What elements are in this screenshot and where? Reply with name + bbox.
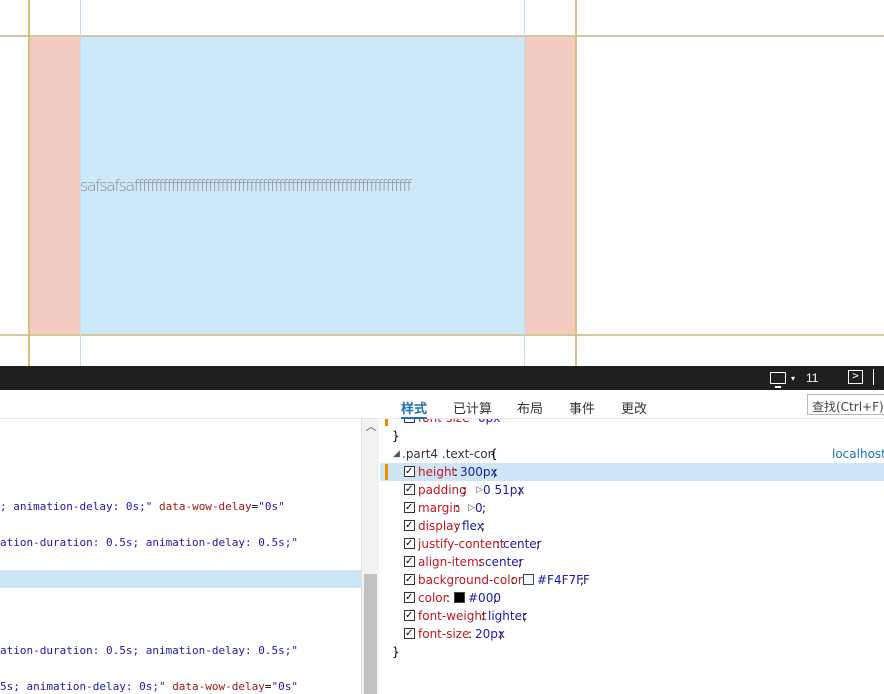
rule-selector: .part4 .text-con — [402, 447, 496, 461]
style-declaration[interactable]: display: flex; — [380, 517, 884, 535]
declaration-checkbox[interactable] — [404, 481, 415, 499]
tab-computed[interactable]: 已计算 — [453, 390, 492, 419]
dom-line[interactable]: ation-duration: 0.5s; animation-delay: 0… — [0, 534, 362, 552]
expand-triangle-icon[interactable]: ▷ — [476, 481, 483, 499]
document-mode: 11 — [806, 371, 819, 385]
text-con-content: safsafsaffffffffffffffffffffffffffffffff… — [80, 176, 412, 195]
padding-right-highlight — [525, 37, 576, 334]
margin-guide-left — [28, 0, 30, 366]
devtools-bar: ▾ 11 > — [0, 366, 884, 390]
style-declaration[interactable]: height: 300px; — [380, 463, 884, 481]
changed-marker — [385, 464, 388, 480]
expand-triangle-icon[interactable]: ▷ — [468, 499, 475, 517]
dom-scrollbar[interactable]: ︿ — [361, 419, 379, 694]
source-link[interactable]: localhost:8 — [832, 445, 884, 463]
tab-layout[interactable]: 布局 — [517, 390, 543, 419]
style-declaration[interactable]: align-items: center; — [380, 553, 884, 571]
dom-line-selected[interactable] — [0, 570, 362, 588]
console-icon[interactable]: > — [848, 370, 863, 384]
dom-line[interactable]: ; animation-delay: 0s;" data-wow-delay="… — [0, 498, 362, 516]
rule-header[interactable]: ◢ .part4 .text-con { localhost:8 — [380, 445, 884, 463]
color-swatch[interactable] — [454, 592, 465, 603]
declaration-checkbox[interactable] — [404, 607, 415, 625]
page-viewport: safsafsaffffffffffffffffffffffffffffffff… — [0, 0, 884, 366]
style-declaration[interactable]: font-size: 20px; — [380, 625, 884, 643]
chevron-up-icon[interactable]: ︿ — [365, 421, 377, 433]
declaration-checkbox[interactable] — [404, 419, 415, 423]
margin-guide-right — [575, 0, 577, 366]
declaration-checkbox[interactable] — [404, 535, 415, 553]
tab-styles[interactable]: 样式 — [401, 390, 428, 419]
declaration-checkbox[interactable] — [404, 517, 415, 535]
rule-close: } — [392, 645, 400, 659]
search-input[interactable]: 查找(Ctrl+F) — [807, 394, 884, 415]
devtools-panel: 查找(Ctrl+F) 样式 已计算 布局 事件 更改 ; animation-d… — [0, 390, 884, 694]
style-declaration[interactable]: padding: ▷ 0 51px; — [380, 481, 884, 499]
devbar-overflow[interactable] — [873, 369, 884, 385]
declaration-checkbox[interactable] — [404, 553, 415, 571]
declaration-checkbox[interactable] — [404, 463, 415, 481]
declaration-checkbox[interactable] — [404, 589, 415, 607]
monitor-icon — [770, 372, 786, 388]
tab-events[interactable]: 事件 — [569, 390, 595, 419]
changed-marker — [385, 419, 388, 426]
tab-changes[interactable]: 更改 — [621, 390, 647, 419]
style-declaration[interactable]: color: #000; — [380, 589, 884, 607]
rule-close: } — [392, 429, 400, 443]
style-declaration[interactable]: justify-content: center; — [380, 535, 884, 553]
content-guide-right — [524, 0, 525, 366]
color-swatch[interactable] — [523, 574, 534, 585]
margin-guide-bottom — [0, 334, 884, 336]
collapse-triangle-icon[interactable]: ◢ — [393, 445, 400, 463]
dom-line[interactable]: 5s; animation-delay: 0s;" data-wow-delay… — [0, 678, 362, 694]
declaration-checkbox[interactable] — [404, 499, 415, 517]
declaration-checkbox[interactable] — [404, 625, 415, 643]
style-declaration[interactable]: background-color: #F4F7FF; — [380, 571, 884, 589]
chevron-down-icon: ▾ — [791, 373, 796, 383]
scroll-thumb[interactable] — [364, 574, 377, 694]
dom-tree[interactable]: ; animation-delay: 0s;" data-wow-delay="… — [0, 419, 362, 694]
styles-pane: font-size 0px } ◢ .part4 .text-con { loc… — [380, 419, 884, 694]
emulation-target[interactable]: ▾ 11 — [770, 370, 819, 388]
style-declaration[interactable]: font-weight: lighter; — [380, 607, 884, 625]
style-declaration[interactable]: font-size 0px — [380, 419, 884, 427]
padding-left-highlight — [30, 37, 80, 334]
dom-line[interactable]: ation-duration: 0.5s; animation-delay: 0… — [0, 642, 362, 660]
declaration-checkbox[interactable] — [404, 571, 415, 589]
style-declaration[interactable]: margin: ▷ 0; — [380, 499, 884, 517]
devtools-toolbar: 查找(Ctrl+F) — [0, 390, 884, 419]
